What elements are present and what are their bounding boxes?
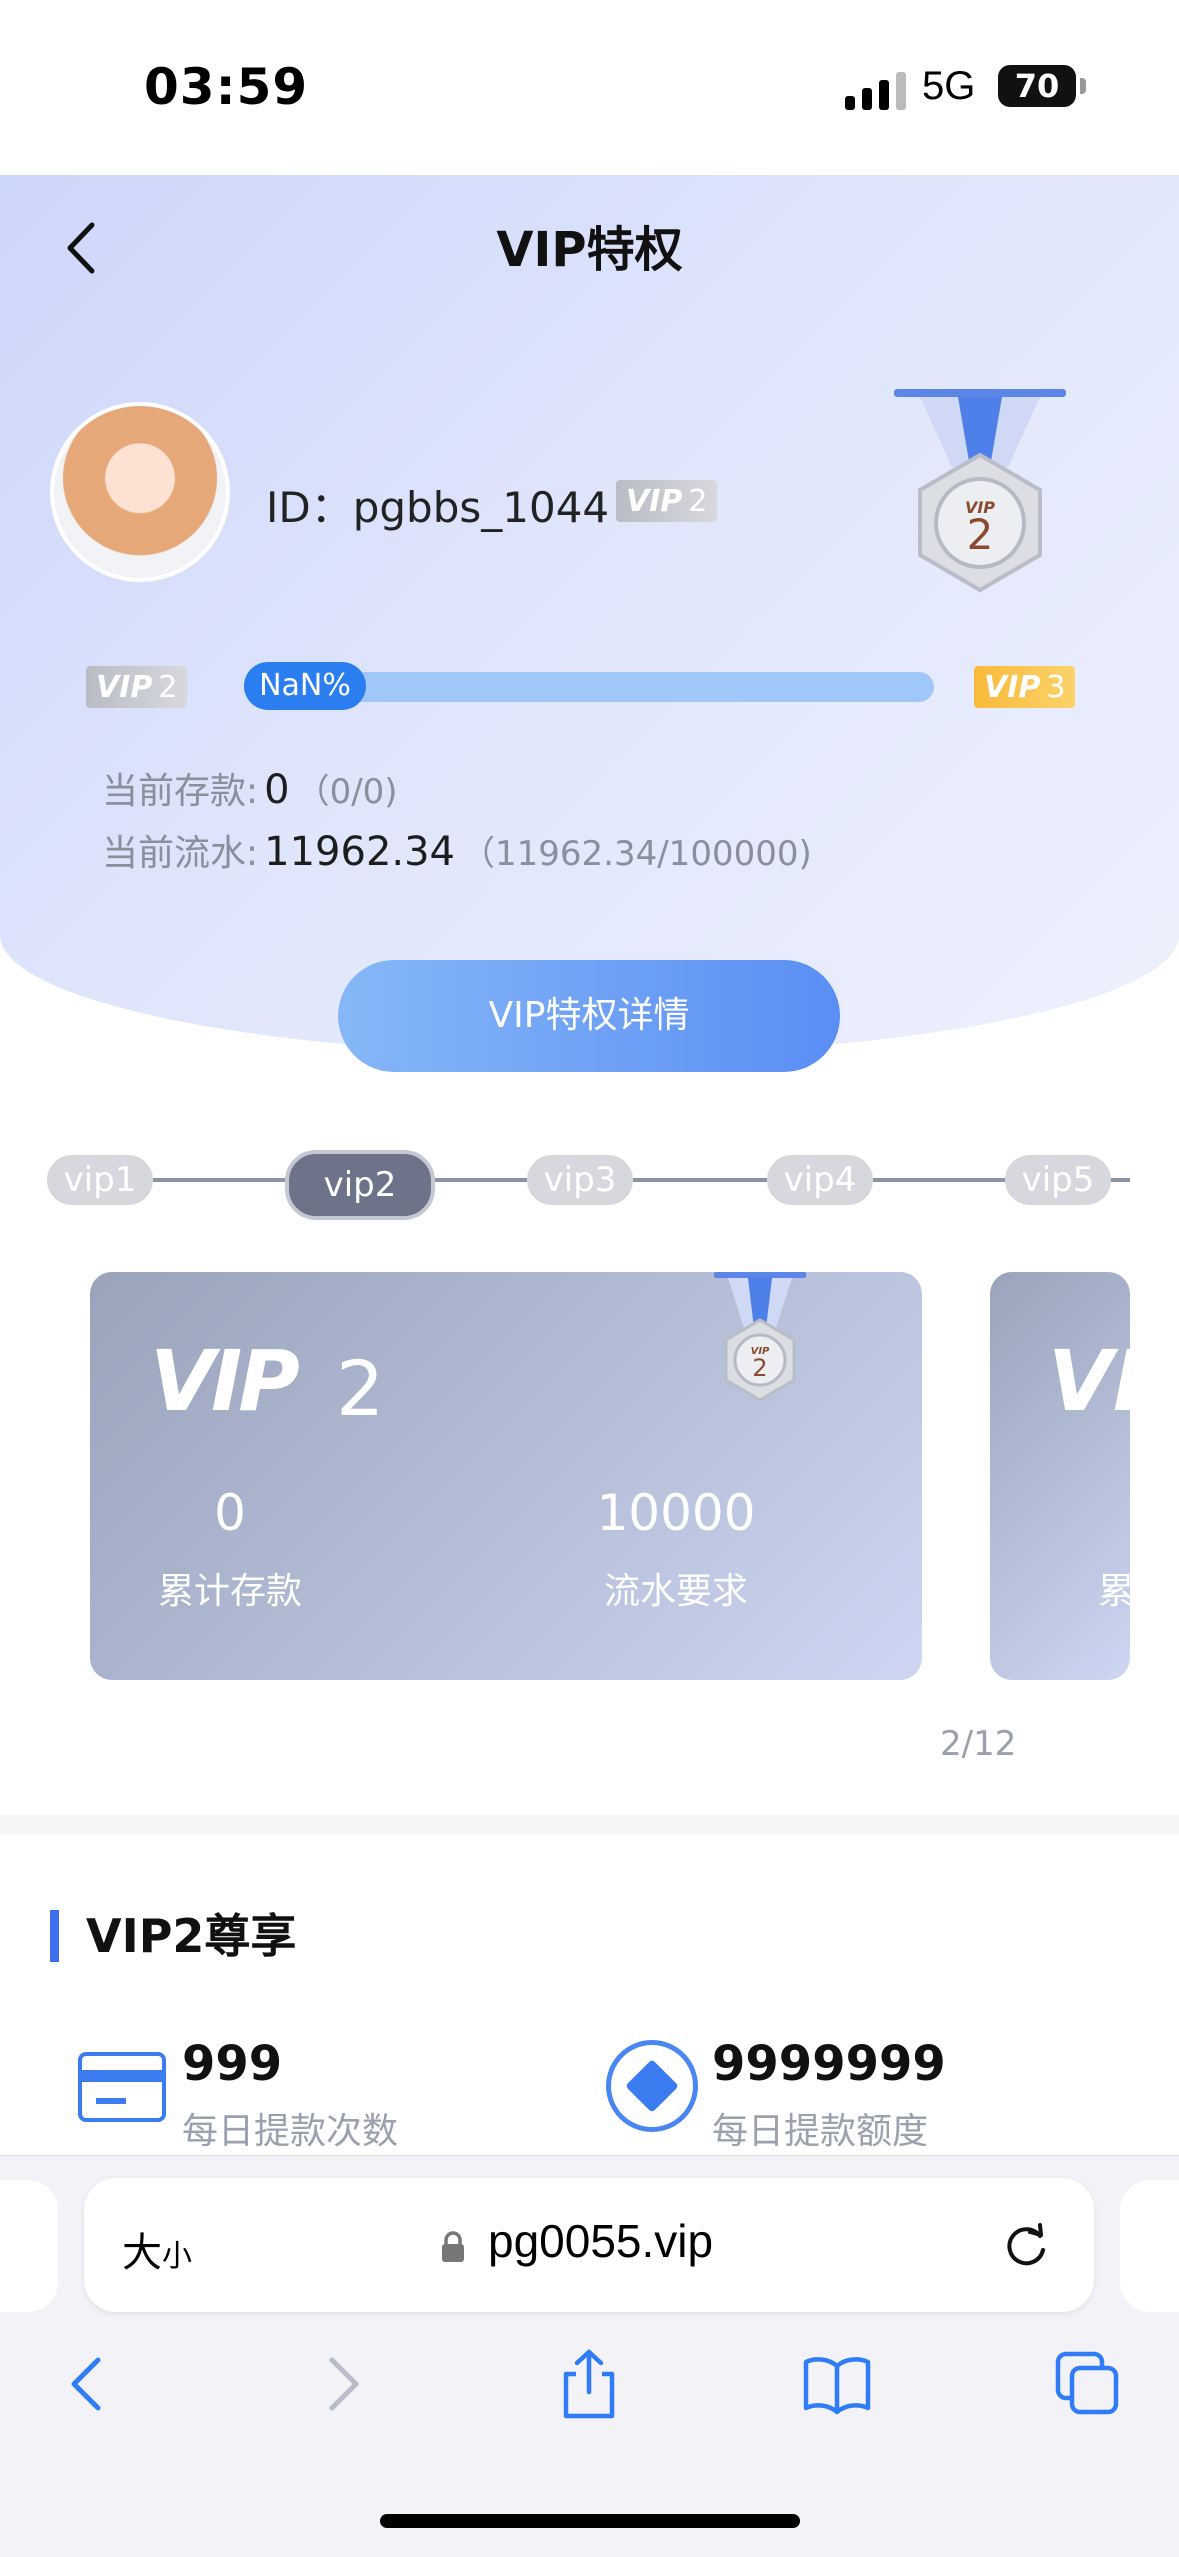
vip-badge-text: VIP [626,483,683,519]
turnover-sub: （11962.34/100000) [461,834,812,874]
text-size-button[interactable]: 大小 [122,2220,192,2278]
home-indicator [380,2514,800,2528]
previous-tab-peek[interactable] [0,2180,58,2312]
deposit-sub: （0/0) [295,772,398,812]
next-vip-card[interactable]: VI 累 [990,1272,1130,1680]
card-pager: 2/12 [940,1724,1017,1764]
battery-cap [1080,78,1086,94]
user-id: ID：pgbbs_1044 [266,474,609,535]
tabs-icon[interactable] [1052,2348,1122,2420]
card-vip-text: VIP [150,1332,300,1430]
text-size-small: 小 [162,2239,192,2274]
turnover-value: 11962.34 [264,829,455,875]
current-deposit: 当前存款: 0 （0/0) [102,762,398,814]
peek-vip-text: VI [1048,1332,1130,1430]
network-type: 5G [922,64,976,108]
card-turnover-value: 10000 [596,1484,756,1542]
deposit-value: 0 [264,767,290,813]
status-bar: 03:59 5G 70 [0,0,1179,175]
card-medal-icon: VIP 2 [714,1272,806,1402]
user-id-label: ID： [266,483,353,532]
user-vip-badge: VIP 2 [616,480,718,522]
vip-medal-icon: VIP 2 [894,389,1066,593]
vip-badge-level: 2 [688,483,708,519]
turnover-label: 当前流水: [102,833,259,874]
svg-text:2: 2 [967,510,994,559]
level-step-vip2[interactable]: vip2 [285,1150,435,1220]
share-icon[interactable] [554,2348,624,2420]
lock-icon [442,2231,464,2262]
card-deposit-value: 0 [214,1484,246,1542]
peek-card-label: 累 [1098,1571,1130,1612]
section-divider [0,1815,1179,1835]
vip-level-card[interactable]: VIP 2 VIP 2 0 累计存款 10000 流水要求 [90,1272,922,1680]
card-turnover-label: 流水要求 [603,1571,748,1612]
section-title: VIP2尊享 [86,1909,297,1963]
bookmarks-icon[interactable] [802,2348,872,2420]
user-id-value: pgbbs_1044 [352,483,610,532]
section-accent-bar [50,1910,59,1962]
perk-withdraw-count-label: 每日提款次数 [182,2111,399,2152]
progress-to-text: VIP [984,669,1041,705]
progress-percent: NaN% [244,662,366,710]
perk-withdraw-amount-label: 每日提款额度 [712,2111,929,2152]
perk-withdraw-count-value: 999 [182,2036,283,2092]
url-text[interactable]: pg0055.vip [488,2214,713,2268]
reload-icon[interactable] [1000,2220,1052,2272]
vip-hero [0,175,1179,1055]
svg-text:2: 2 [752,1354,767,1382]
current-turnover: 当前流水: 11962.34 （11962.34/100000) [102,824,812,876]
avatar [50,402,230,582]
level-step-vip3[interactable]: vip3 [527,1155,633,1205]
browser-forward-icon[interactable] [306,2348,376,2420]
perk-withdraw-amount-value: 9999999 [712,2036,946,2092]
progress-to-badge: VIP 3 [974,666,1076,708]
diamond-icon [606,2040,698,2132]
level-step-vip4[interactable]: vip4 [767,1155,873,1205]
browser-back-icon[interactable] [54,2348,124,2420]
text-size-large: 大 [122,2230,162,2276]
level-step-vip1[interactable]: vip1 [47,1155,153,1205]
vip-details-button[interactable]: VIP特权详情 [338,960,840,1072]
card-vip-level: 2 [336,1344,385,1433]
signal-icon [845,68,906,110]
progress-from-text: VIP [96,669,153,705]
card-deposit-label: 累计存款 [157,1571,302,1612]
deposit-label: 当前存款: [102,771,259,812]
progress-to-level: 3 [1046,669,1066,705]
status-time: 03:59 [144,58,309,116]
level-step-vip5[interactable]: vip5 [1005,1155,1111,1205]
progress-from-badge: VIP 2 [86,666,188,708]
progress-from-level: 2 [158,669,178,705]
battery-icon: 70 [998,65,1076,107]
page-title: VIP特权 [496,222,683,278]
card-icon [78,2052,166,2122]
next-tab-peek[interactable] [1120,2180,1179,2312]
